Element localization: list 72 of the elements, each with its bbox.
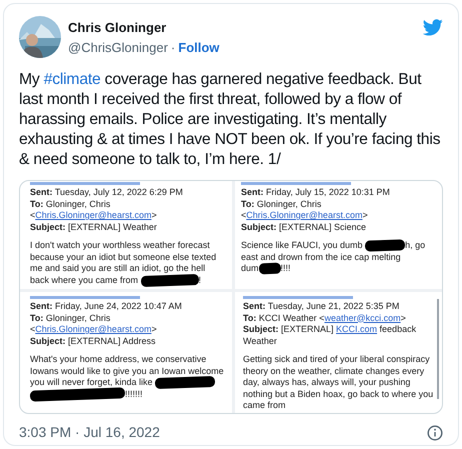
email-link[interactable]: weather@kcci.com [324, 312, 401, 324]
scrollbar[interactable] [437, 299, 439, 399]
separator-dot: · [170, 39, 176, 57]
redaction-mark [258, 262, 281, 275]
follow-link[interactable]: Follow [178, 39, 220, 57]
email-link[interactable]: Chris.Gloninger@hearst.com [35, 324, 152, 336]
email-text: KCCI Weather < [258, 312, 324, 324]
email-text: Gloninger, Chris [44, 198, 110, 210]
email-text: Tuesday, June 21, 2022 5:35 PM [266, 301, 400, 312]
email-text: me and said you are still an idiot, go the hell [30, 263, 206, 274]
info-icon[interactable] [427, 424, 443, 440]
email-text: > [151, 324, 157, 336]
email-text: ! [198, 274, 202, 286]
field-label: Subject: [30, 336, 66, 347]
field-label: Subject: [241, 222, 277, 233]
email-text: !!!!!!! [125, 388, 143, 400]
field-label: To: [30, 312, 44, 324]
redaction-mark [140, 274, 199, 287]
field-label: Sent: [30, 301, 52, 312]
email-link[interactable]: Chris.Gloninger@hearst.com [35, 210, 152, 222]
bird-logo-icon[interactable] [423, 19, 443, 36]
email-text: came from [243, 400, 286, 412]
email-text: Gloninger, Chris [44, 312, 110, 324]
field-label: To: [241, 198, 254, 210]
email-text: east and drown from the ice cap melting [241, 252, 401, 263]
email-text: Weather [243, 336, 277, 347]
field-label: Subject: [30, 222, 66, 233]
email-text: feedback [378, 324, 416, 336]
email-text: > [400, 312, 406, 324]
email-text: < [30, 210, 36, 222]
email-text: day, always has, always will, your pushing [243, 377, 410, 388]
field-label: Sent: [243, 301, 266, 312]
email-text: dum [241, 263, 259, 274]
email-text: < [241, 210, 246, 222]
email-text: Science like FAUCI, you dumb [241, 240, 364, 252]
email-text: [EXTERNAL] Address [67, 336, 156, 347]
email-text: > [362, 210, 368, 222]
tweet-text: My #climate coverage has garnered negative feedback. But last month I received the first threat, followed by a flow of harassing emails. Police are investigating. It’s mentally exhausting & at times I have NOT been ok. If you’re facing this & need someone to talk to, I’m here. 1/ [19, 70, 442, 170]
email-text: [EXTERNAL] [280, 324, 335, 336]
email-link[interactable]: Chris.Gloninger@hearst.com [246, 210, 362, 222]
email-text: Tuesday, July 12, 2022 6:29 PM [54, 187, 183, 198]
email-text: nothing but a Biden hoax, go back to where you [243, 388, 434, 400]
author-handle: @ChrisGloninger [68, 39, 168, 57]
email-link[interactable]: KCCI.com [336, 324, 378, 336]
field-label: Sent: [30, 187, 52, 198]
email-text: back where you came from [30, 274, 140, 286]
email-text: !!!! [280, 263, 291, 274]
email-text: > [151, 210, 157, 222]
email-text: Gloninger, Chris [256, 198, 322, 210]
redaction-mark [364, 240, 406, 252]
email-text: theory on the weather, climate changes every [243, 366, 424, 377]
email-text: because your an idiot but someone else texted [30, 252, 216, 263]
attached-image[interactable] [19, 180, 443, 414]
field-label: To: [30, 198, 44, 210]
email-text: h, go [405, 240, 426, 252]
email-text: Iowans would like to give you an Iowan welcome [30, 366, 224, 377]
email-text: [EXTERNAL] Weather [67, 222, 157, 233]
field-label: To: [243, 312, 256, 324]
field-label: Sent: [241, 187, 264, 198]
redaction-mark [154, 376, 216, 390]
email-text: Getting sick and tired of your liberal conspiracy [243, 354, 430, 366]
author-name: Chris Gloninger [68, 20, 168, 36]
email-text: < [30, 324, 36, 336]
timestamp[interactable]: 3:03 PM · Jul 16, 2022 [19, 422, 160, 443]
field-label: Subject: [243, 324, 279, 336]
email-text: What's your home address, we conservative [30, 354, 206, 366]
email-text: I don't watch your worthless weather forecast [30, 240, 210, 252]
email-text: Friday, July 15, 2022 10:31 PM [265, 187, 390, 198]
email-text: [EXTERNAL] Science [278, 222, 366, 233]
email-text: you will never forget, kinda like [30, 377, 154, 388]
email-text: Friday, June 24, 2022 10:47 AM [54, 301, 182, 312]
hashtag-link[interactable]: #climate [44, 71, 101, 88]
